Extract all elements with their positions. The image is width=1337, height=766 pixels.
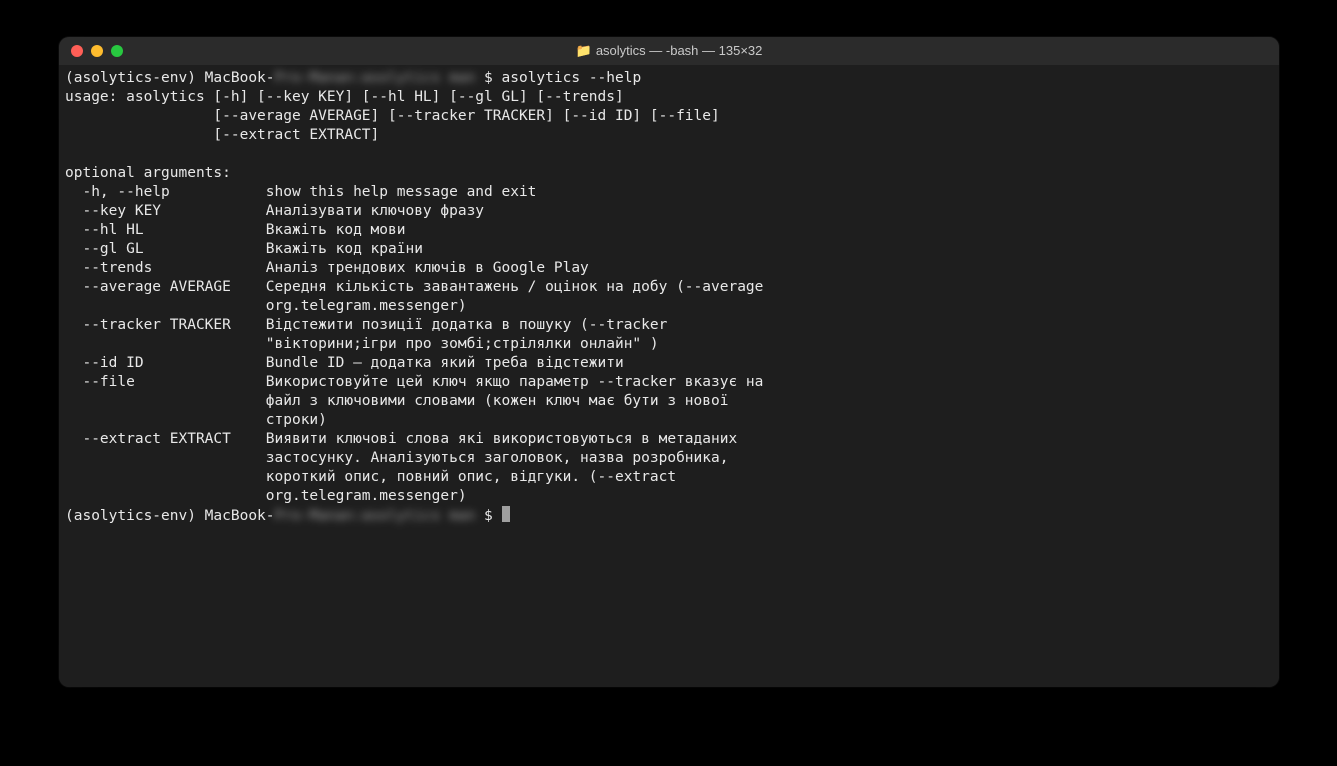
option-average-cont: org.telegram.messenger) (65, 298, 467, 314)
terminal-body[interactable]: (asolytics-env) MacBook-Pro-Manan:asolyt… (59, 65, 1279, 687)
option-trends: --trends Аналіз трендових ключів в Googl… (65, 260, 589, 276)
option-extract-cont: короткий опис, повний опис, відгуки. (--… (65, 469, 676, 485)
folder-icon: 📁 (576, 43, 592, 58)
option-hl: --hl HL Вкажіть код мови (65, 222, 405, 238)
command-text: asolytics --help (502, 70, 642, 86)
option-extract-cont: org.telegram.messenger) (65, 488, 467, 504)
option-id: --id ID Bundle ID – додатка який треба в… (65, 355, 624, 371)
option-gl: --gl GL Вкажіть код країни (65, 241, 423, 257)
option-key: --key KEY Аналізувати ключову фразу (65, 203, 484, 219)
option-file-cont: строки) (65, 412, 327, 428)
prompt-line: (asolytics-env) MacBook-Pro-Manan:asolyt… (65, 70, 641, 86)
usage-line: usage: asolytics [-h] [--key KEY] [--hl … (65, 89, 624, 105)
usage-line: [--average AVERAGE] [--tracker TRACKER] … (65, 108, 720, 124)
zoom-icon[interactable] (111, 45, 123, 57)
option-extract-cont: застосунку. Аналізуються заголовок, назв… (65, 450, 728, 466)
minimize-icon[interactable] (91, 45, 103, 57)
option-file: --file Використовуйте цей ключ якщо пара… (65, 374, 763, 390)
close-icon[interactable] (71, 45, 83, 57)
option-help: -h, --help show this help message and ex… (65, 184, 536, 200)
window-title: 📁 asolytics — -bash — 135×32 (59, 43, 1279, 59)
options-header: optional arguments: (65, 165, 231, 181)
cursor-icon (502, 506, 510, 522)
window-title-text: asolytics — -bash — 135×32 (596, 43, 763, 58)
terminal-window: 📁 asolytics — -bash — 135×32 (asolytics-e… (59, 37, 1279, 687)
traffic-lights (59, 45, 123, 57)
option-tracker-cont: "вікторини;ігри про зомбі;стрілялки онла… (65, 336, 659, 352)
option-extract: --extract EXTRACT Виявити ключові слова … (65, 431, 737, 447)
option-tracker: --tracker TRACKER Відстежити позиції дод… (65, 317, 667, 333)
usage-line: [--extract EXTRACT] (65, 127, 379, 143)
option-file-cont: файл з ключовими словами (кожен ключ має… (65, 393, 728, 409)
prompt-line: (asolytics-env) MacBook-Pro-Manan:asolyt… (65, 508, 510, 524)
titlebar[interactable]: 📁 asolytics — -bash — 135×32 (59, 37, 1279, 65)
option-average: --average AVERAGE Середня кількість зава… (65, 279, 763, 295)
